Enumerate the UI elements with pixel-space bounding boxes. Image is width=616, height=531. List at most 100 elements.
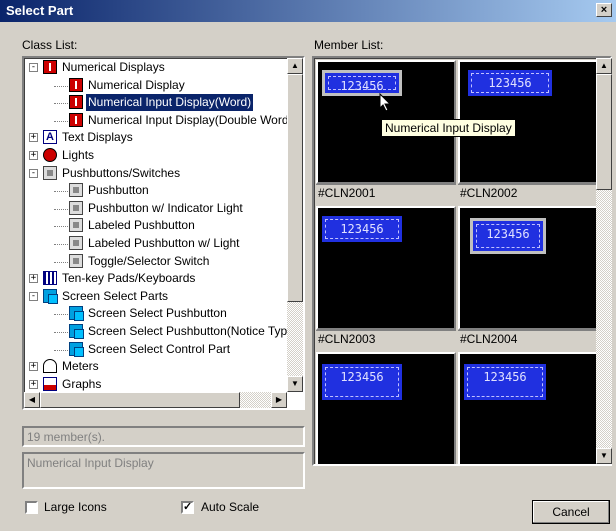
tree-scroll-thumb[interactable] [287, 74, 303, 302]
member-item[interactable]: 123456 #CLN2003 [316, 206, 456, 346]
tree-item[interactable]: + Lights [24, 147, 284, 164]
member-list-label: Member List: [314, 38, 384, 52]
class-list-label: Class List: [22, 38, 78, 52]
numeric-display-preview: 123456 [322, 364, 402, 400]
tree-item[interactable]: Pushbutton w/ Indicator Light [24, 200, 284, 217]
numeric-value: 123456 [325, 367, 399, 397]
tree-item-label: Screen Select Parts [62, 288, 169, 303]
tree-item[interactable]: + Meters [24, 358, 284, 375]
mouse-cursor-icon [379, 93, 392, 112]
collapse-icon[interactable]: - [29, 291, 38, 301]
tree-item-label: Labeled Pushbutton [88, 218, 195, 233]
tree-connector [54, 226, 68, 228]
tree-item[interactable]: Numerical Input Display(Double Word) [24, 112, 293, 129]
numeric-value: 123456 [476, 224, 540, 248]
numeric-value: 123456 [325, 219, 399, 239]
member-scroll-thumb[interactable] [596, 74, 612, 190]
tree-item[interactable]: - Screen Select Parts [24, 288, 284, 305]
expand-icon[interactable]: + [29, 274, 38, 284]
text-display-icon: A [43, 130, 57, 145]
expand-icon[interactable]: + [29, 151, 38, 160]
tree-item[interactable]: + Graphs [24, 376, 284, 393]
member-list-panel[interactable]: 123456 #CLN2001 123456 #CLN2002 123456 #CLN20… [312, 56, 612, 466]
tree-item-label: Lights [62, 148, 95, 162]
pushbutton-icon [69, 236, 83, 250]
collapse-icon[interactable]: - [29, 168, 38, 178]
pushbutton-icon [43, 165, 57, 180]
tree-item[interactable]: Numerical Display [24, 77, 284, 94]
tree-connector [54, 332, 68, 333]
tree-item-label: Pushbutton w/ Indicator Light [88, 200, 243, 215]
keypad-icon [43, 271, 57, 286]
expand-icon[interactable]: + [29, 379, 38, 389]
tree-item[interactable]: - Numerical Displays [24, 59, 284, 76]
large-icons-checkbox[interactable] [25, 501, 38, 514]
member-item[interactable]: 123456#CLN2006 [458, 352, 598, 464]
member-item[interactable]: 123456#CLN2005 [316, 352, 456, 464]
tree-item-label: Numerical Input Display(Word) [84, 93, 255, 113]
member-list-scrollbar[interactable]: ▲ ▼ [596, 58, 612, 464]
tree-item-label: Screen Select Pushbutton [88, 306, 227, 321]
collapse-icon[interactable]: - [29, 63, 38, 72]
member-id-label: #CLN2004 [458, 330, 598, 346]
member-scroll-down-button[interactable]: ▼ [596, 448, 612, 464]
tree-item[interactable]: Screen Select Pushbutton(Notice Type) [24, 323, 298, 340]
tree-item[interactable]: + A Text Displays [24, 129, 284, 146]
auto-scale-label: Auto Scale [201, 500, 260, 514]
tree-scroll-down-button[interactable]: ▼ [287, 376, 303, 392]
tree-connector [54, 314, 68, 316]
tree-item-label: Numerical Displays [62, 60, 165, 74]
tree-vertical-scrollbar[interactable]: ▲ ▼ [287, 58, 303, 392]
tree-connector [54, 85, 68, 87]
screen-select-icon [69, 341, 84, 357]
numeric-display-preview: 123456 [464, 364, 546, 400]
tree-scroll-left-button[interactable]: ◀ [24, 392, 40, 408]
expand-icon[interactable]: + [29, 133, 38, 143]
close-button[interactable]: × [596, 3, 612, 17]
tree-item[interactable]: Labeled Pushbutton w/ Light [24, 235, 284, 252]
numeric-value: 123456 [467, 367, 543, 397]
pushbutton-icon [69, 253, 83, 268]
tree-item[interactable]: + Ten-key Pads/Keyboards [24, 270, 284, 287]
tree-item[interactable]: Screen Select Pushbutton [24, 305, 284, 322]
tree-item-label: Numerical Display [88, 77, 185, 92]
tree-item[interactable]: - Pushbuttons/Switches [24, 165, 284, 182]
tree-hscroll-thumb[interactable] [40, 392, 240, 408]
numeric-value: 123456 [471, 73, 549, 93]
member-id-label: #CLN2001 [316, 184, 456, 200]
graph-icon [43, 376, 57, 391]
member-id-label: #CLN2003 [316, 330, 456, 346]
tree-connector [54, 191, 68, 193]
member-id-label: #CLN2002 [458, 184, 598, 200]
auto-scale-checkbox[interactable]: ✓ [181, 501, 194, 514]
tree-item-label: Ten-key Pads/Keyboards [62, 271, 196, 286]
tree-connector [54, 261, 68, 263]
tree-item-label: Screen Select Pushbutton(Notice Type) [88, 324, 298, 338]
member-item[interactable]: 123456 #CLN2004 [458, 206, 598, 346]
tree-horizontal-scrollbar[interactable]: ◀ ▶ [24, 392, 287, 408]
cancel-button[interactable]: Cancel [532, 500, 610, 524]
tree-connector [54, 103, 68, 105]
expand-icon[interactable]: + [29, 362, 38, 372]
tree-connector [54, 208, 68, 210]
tree-item-label: Labeled Pushbutton w/ Light [88, 236, 240, 250]
tree-scroll-up-button[interactable]: ▲ [287, 58, 303, 74]
tree-item-label: Graphs [62, 376, 102, 391]
numerical-display-icon [69, 77, 83, 92]
tree-item[interactable]: Screen Select Control Part [24, 341, 284, 358]
tree-item-label: Toggle/Selector Switch [88, 253, 210, 268]
numerical-display-icon [69, 112, 83, 127]
tree-item-label: Text Displays [62, 130, 133, 145]
member-preview: 123456 [458, 206, 598, 330]
title-bar: Select Part × [0, 0, 616, 22]
class-list-tree[interactable]: - Numerical Displays Numerical Display Nume… [22, 56, 305, 410]
window-title: Select Part [6, 3, 74, 18]
tree-item-label: Numerical Input Display(Double Word) [88, 112, 293, 127]
tree-scroll-right-button[interactable]: ▶ [271, 392, 287, 408]
tree-item[interactable]: Pushbutton [24, 182, 284, 199]
tree-item[interactable]: Labeled Pushbutton [24, 217, 284, 234]
tree-item[interactable]: Toggle/Selector Switch [24, 253, 284, 270]
tree-item-label: Meters [62, 359, 99, 374]
tree-item[interactable]: Numerical Input Display(Word) [24, 93, 284, 113]
member-scroll-up-button[interactable]: ▲ [596, 58, 612, 74]
